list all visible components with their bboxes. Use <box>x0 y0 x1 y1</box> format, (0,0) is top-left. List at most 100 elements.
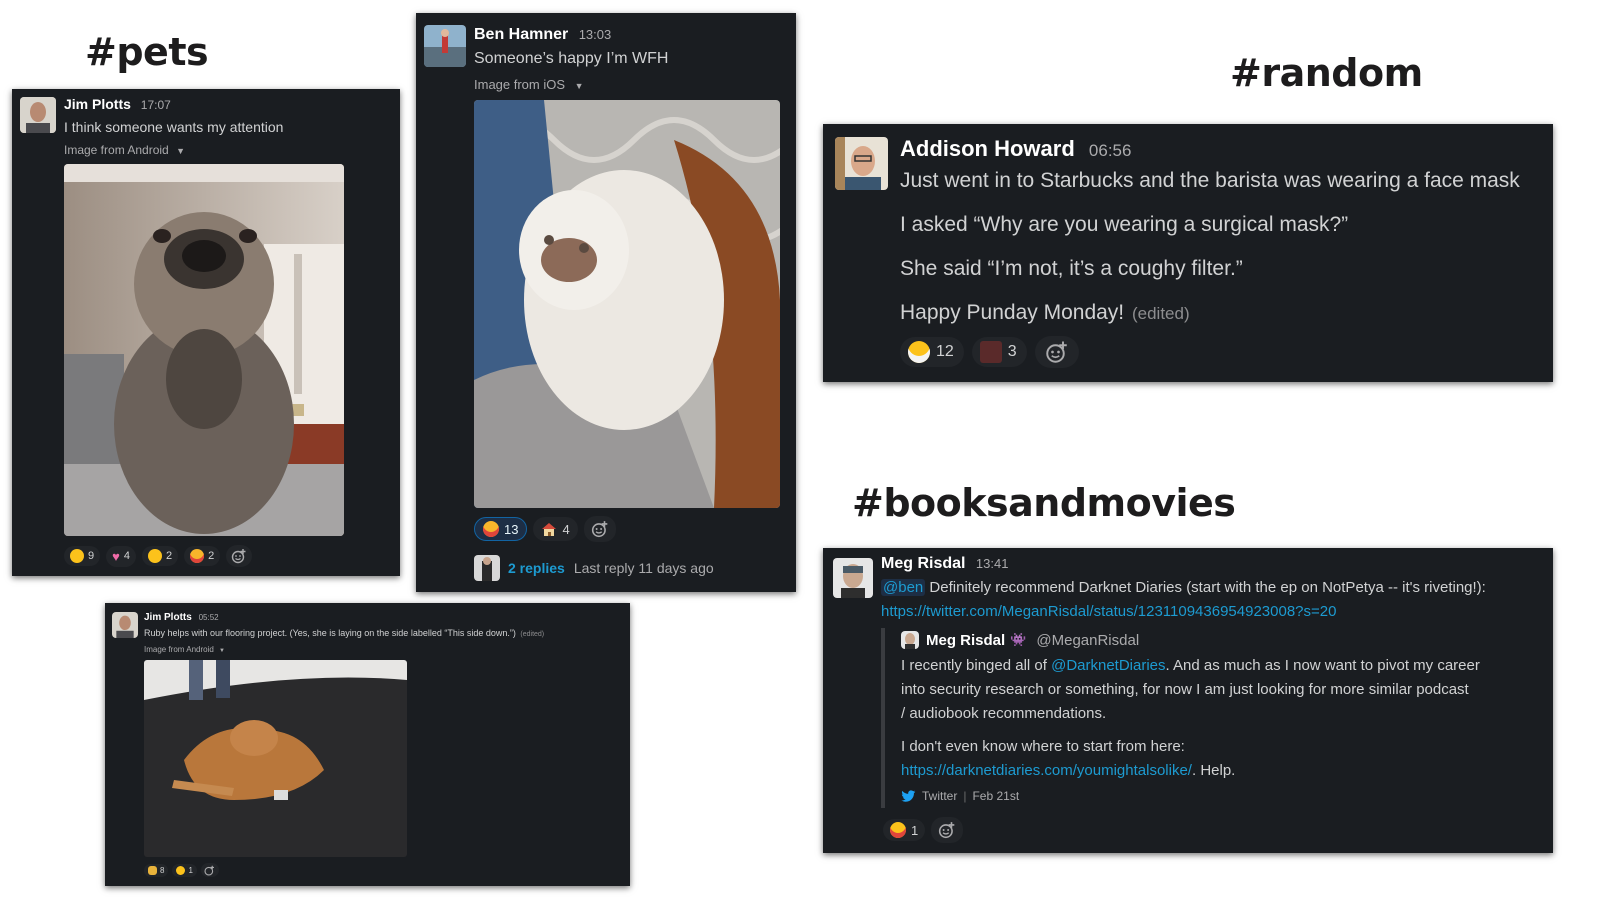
avatar[interactable] <box>20 97 56 133</box>
reaction-count: 4 <box>562 521 570 537</box>
reaction-count: 9 <box>88 550 95 562</box>
author-name[interactable]: Jim Plotts <box>64 96 131 112</box>
author-name[interactable]: Jim Plotts <box>144 612 192 623</box>
reaction-count: 4 <box>123 550 130 562</box>
message-card-addison: Addison Howard 06:56 Just went in to Sta… <box>823 124 1553 382</box>
reaction-count: 8 <box>160 865 165 875</box>
reaction-count: 1 <box>188 865 193 875</box>
tweet-text-line: into security research or something, for… <box>901 681 1469 698</box>
author-name[interactable]: Ben Hamner <box>474 26 568 43</box>
reaction-heart-eyes[interactable]: 2 <box>184 546 221 566</box>
reaction-custom[interactable]: 3 <box>971 337 1027 367</box>
add-reaction-button[interactable] <box>1034 336 1079 368</box>
avatar[interactable] <box>833 558 873 598</box>
tweet-date[interactable]: Feb 21st <box>972 789 1019 803</box>
add-reaction-icon <box>204 865 215 876</box>
tweet-text-line: I recently binged all of @DarknetDiaries… <box>901 657 1480 674</box>
author-name[interactable]: Addison Howard <box>900 136 1075 161</box>
tweet-mention-link[interactable]: @DarknetDiaries <box>1051 657 1165 674</box>
heart-eyes-emoji-icon <box>190 549 205 563</box>
message-text: Someone’s happy I’m WFH <box>474 50 669 67</box>
reaction-smile[interactable]: 1 <box>172 863 197 877</box>
tweet-handle[interactable]: @MeganRisdal <box>1036 632 1139 649</box>
timestamp[interactable]: 13:41 <box>976 556 1009 571</box>
last-reply-text: Last reply 11 days ago <box>573 560 714 576</box>
replier-avatar <box>474 555 500 581</box>
thread-replies-link[interactable]: 2 replies <box>508 560 565 576</box>
reaction-face-mask[interactable]: 12 <box>900 337 964 367</box>
add-reaction-button[interactable] <box>200 863 219 877</box>
message-line: She said “I’m not, it’s a coughy filter.… <box>900 257 1243 280</box>
pink-heart-emoji-icon: ♥ <box>112 548 120 564</box>
twitter-bird-icon <box>901 789 916 802</box>
custom-emoji-icon <box>979 341 1002 363</box>
tweet-url-link[interactable]: https://darknetdiaries.com/youmightalsol… <box>901 762 1192 779</box>
reaction-count: 2 <box>208 550 215 562</box>
channel-heading-random: #random <box>1230 51 1423 95</box>
reaction-count: 1 <box>911 822 919 838</box>
message-text: Definitely recommend Darknet Diaries (st… <box>925 579 1486 596</box>
reaction-person[interactable]: 8 <box>144 863 169 877</box>
caret-down-icon[interactable]: ▼ <box>176 146 185 156</box>
reaction-bar: 13 4 <box>474 516 616 542</box>
add-reaction-icon <box>591 521 608 538</box>
reaction-house[interactable]: 4 <box>533 517 578 541</box>
reaction-pink-heart[interactable]: ♥ 4 <box>106 545 136 567</box>
image-source-label: Image from Android <box>64 143 169 157</box>
reaction-tongue-out[interactable]: 1 <box>883 819 926 841</box>
separator: | <box>963 789 967 803</box>
tweet-author-avatar <box>901 631 919 649</box>
thread-summary[interactable]: 2 replies Last reply 11 days ago <box>474 555 714 581</box>
add-reaction-button[interactable] <box>583 516 616 542</box>
timestamp[interactable]: 06:56 <box>1089 141 1132 160</box>
message-card-ben-cat: Ben Hamner 13:03 Someone’s happy I’m WFH… <box>416 13 796 592</box>
smile-emoji-icon <box>176 865 186 875</box>
timestamp[interactable]: 17:07 <box>141 98 171 112</box>
timestamp[interactable]: 05:52 <box>199 613 219 622</box>
reaction-bar: 12 3 <box>900 336 1079 368</box>
caret-down-icon[interactable]: ▼ <box>575 81 584 91</box>
avatar[interactable] <box>424 25 466 67</box>
message-text: I think someone wants my attention <box>64 119 284 135</box>
add-reaction-button[interactable] <box>226 545 253 567</box>
heart-eyes-emoji-icon <box>483 521 499 537</box>
rolling-eyes-emoji-icon <box>70 549 84 563</box>
dog-photo[interactable] <box>64 164 344 536</box>
image-source-label: Image from Android <box>144 645 214 654</box>
reaction-count: 3 <box>1007 343 1017 360</box>
reaction-count: 12 <box>936 343 954 360</box>
add-reaction-icon <box>232 549 246 564</box>
house-emoji-icon <box>542 523 557 536</box>
drooling-face-emoji-icon <box>147 549 162 563</box>
timestamp[interactable]: 13:03 <box>579 27 612 42</box>
caret-down-icon[interactable]: ▼ <box>219 648 225 654</box>
tongue-out-emoji-icon <box>890 822 906 838</box>
add-reaction-button[interactable] <box>931 817 964 843</box>
reaction-bar: 1 <box>883 817 964 843</box>
image-source-label: Image from iOS <box>474 77 566 92</box>
tweet-text-line: / audiobook recommendations. <box>901 705 1107 722</box>
message-card-jim-dog: Jim Plotts 17:07 I think someone wants m… <box>12 89 400 576</box>
tweet-text: . And as much as I now want to pivot my … <box>1165 657 1480 674</box>
ruby-dog-photo[interactable] <box>144 660 407 857</box>
tweet-author-name[interactable]: Meg Risdal <box>926 632 1005 649</box>
reaction-heart-eyes[interactable]: 13 <box>474 517 528 541</box>
tweet-text: . Help. <box>1191 762 1236 779</box>
edited-label: (edited) <box>520 631 545 638</box>
tweet-source: Twitter <box>922 789 958 803</box>
cat-photo[interactable] <box>474 100 780 508</box>
avatar[interactable] <box>112 612 138 638</box>
avatar[interactable] <box>835 137 888 190</box>
edited-label: (edited) <box>1131 304 1190 323</box>
reaction-count: 2 <box>165 550 173 562</box>
add-reaction-icon <box>1045 341 1067 363</box>
tweet-unfurl: Meg Risdal 👾 @MeganRisdal I recently bin… <box>881 628 1541 808</box>
message-line: Just went in to Starbucks and the barist… <box>900 169 1520 192</box>
message-card-jim-ruby: Jim Plotts 05:52 Ruby helps with our flo… <box>105 603 630 886</box>
reaction-drooling-face[interactable]: 2 <box>141 546 179 566</box>
tweet-link[interactable]: https://twitter.com/MeganRisdal/status/1… <box>881 603 1336 620</box>
user-mention[interactable]: @ben <box>881 579 926 596</box>
message-line: I asked “Why are you wearing a surgical … <box>900 213 1349 236</box>
reaction-rolling-eyes[interactable]: 9 <box>64 546 101 566</box>
author-name[interactable]: Meg Risdal <box>881 555 965 572</box>
